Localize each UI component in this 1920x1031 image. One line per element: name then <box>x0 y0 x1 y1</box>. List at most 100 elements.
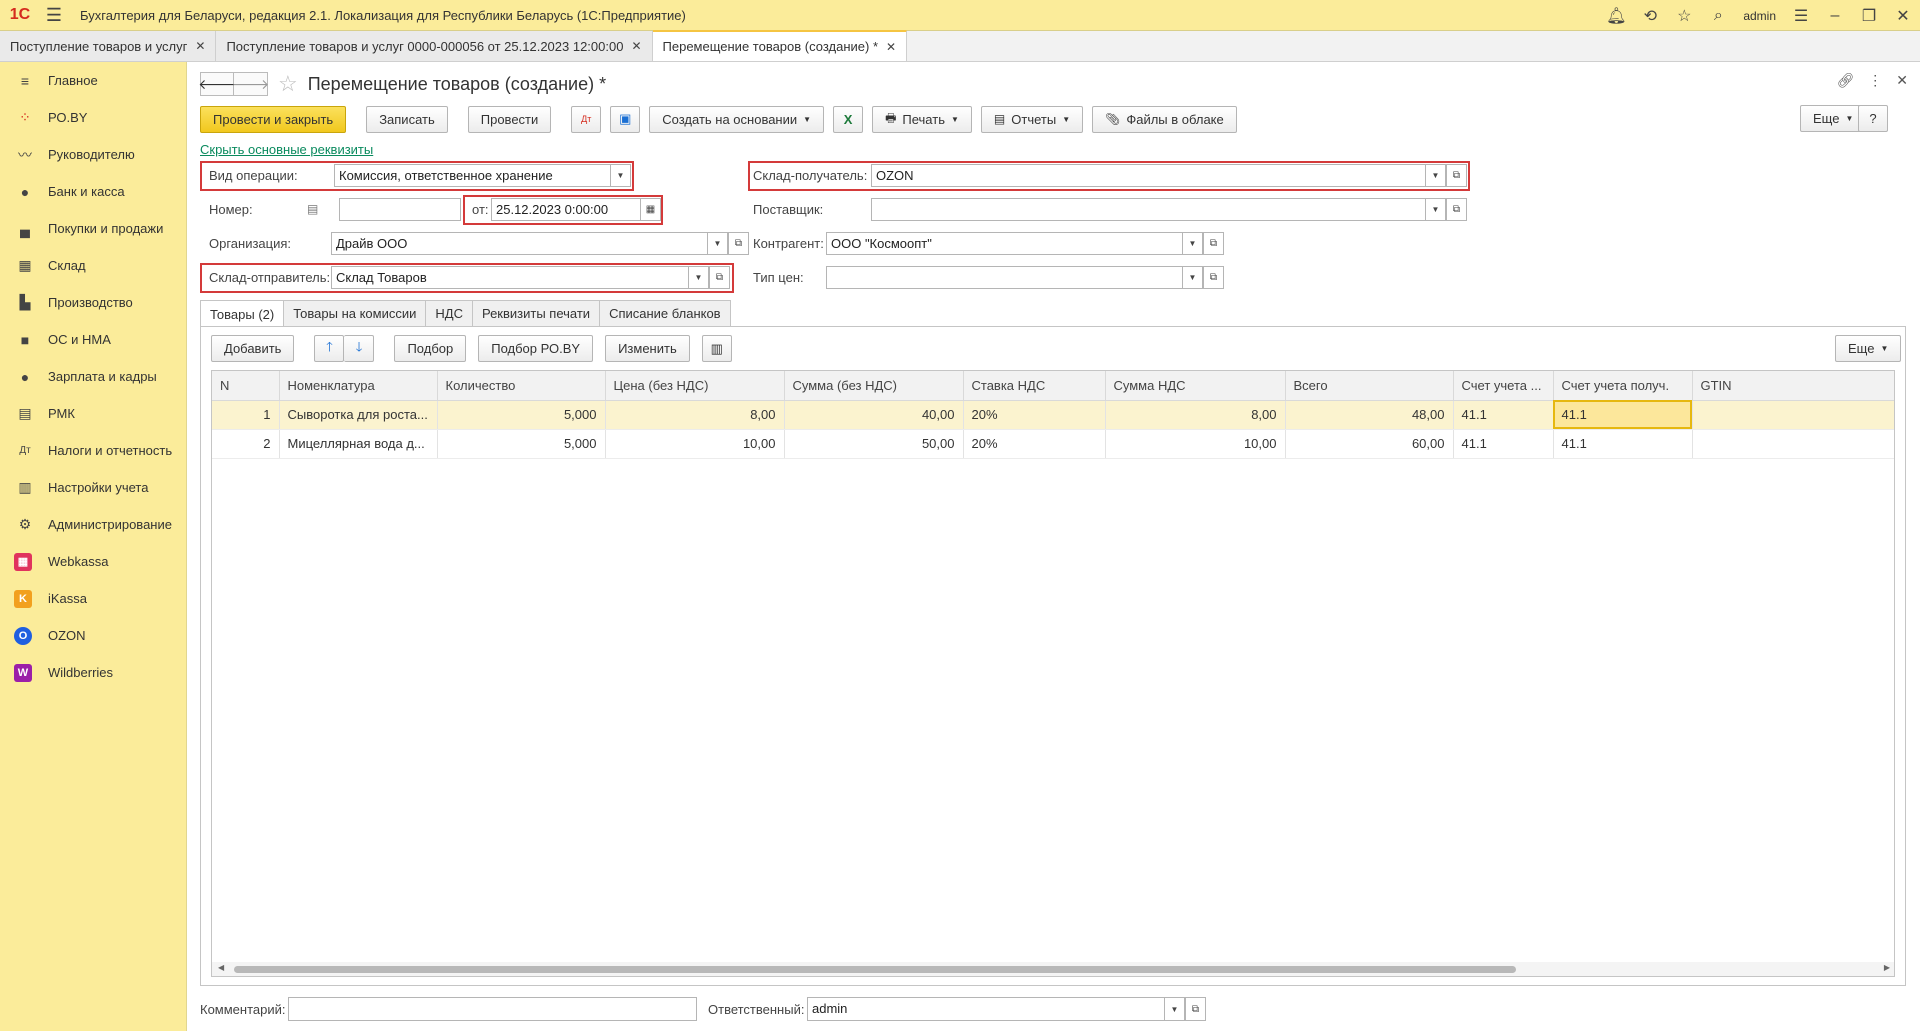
print-button[interactable]: 🖶 Печать ▼ <box>872 105 972 133</box>
close-tab-icon[interactable]: ✕ <box>886 40 896 54</box>
sidebar-item-pos[interactable]: ▤ РМК <box>0 395 186 432</box>
column-header[interactable]: Цена (без НДС) <box>605 371 785 401</box>
open-icon[interactable]: ⧉ <box>1203 232 1224 255</box>
pick-button[interactable]: Подбор <box>394 335 467 362</box>
link-icon[interactable]: 🔗︎ <box>1836 72 1854 89</box>
sidebar-item-ikassa[interactable]: KiKassa <box>0 580 186 617</box>
tab-forms-writeoff[interactable]: Списание бланков <box>599 300 731 326</box>
sidebar-item-salary[interactable]: ● Зарплата и кадры <box>0 358 186 395</box>
cell-vat-amount[interactable]: 10,00 <box>1105 429 1286 459</box>
scrollbar-thumb[interactable] <box>234 966 1516 973</box>
table-row[interactable]: 1 Сыворотка для роста... 5,000 8,00 40,0… <box>212 400 1894 430</box>
operation-type-field[interactable]: Комиссия, ответственное хранение <box>334 164 611 187</box>
column-header[interactable]: Ставка НДС <box>963 371 1106 401</box>
receiver-warehouse-field[interactable]: OZON <box>871 164 1426 187</box>
post-and-close-button[interactable]: Провести и закрыть <box>200 105 347 133</box>
cell-receiver-account[interactable]: 41.1 <box>1553 400 1693 430</box>
more-button[interactable]: Еще ▼ <box>1800 105 1867 132</box>
cell-item[interactable]: Мицеллярная вода д... <box>279 429 438 459</box>
table-more-button[interactable]: Еще ▼ <box>1835 335 1902 362</box>
help-button[interactable]: ? <box>1858 105 1888 132</box>
chevron-down-icon[interactable]: ▼ <box>1164 997 1185 1021</box>
structure-icon[interactable]: ▣ <box>610 105 641 133</box>
open-icon[interactable]: ⧉ <box>1446 198 1467 221</box>
pick-roby-button[interactable]: Подбор РО.BY <box>478 335 594 362</box>
sidebar-item-production[interactable]: ▙ Производство <box>0 284 186 321</box>
sidebar-item-warehouse[interactable]: ▦ Склад <box>0 247 186 284</box>
chevron-down-icon[interactable]: ▼ <box>1425 164 1446 187</box>
restore-icon[interactable]: ❐ <box>1852 0 1886 31</box>
cell-n[interactable]: 1 <box>212 400 280 430</box>
close-icon[interactable]: ✕ <box>1886 0 1920 31</box>
tab-goods-on-commission[interactable]: Товары на комиссии <box>283 300 427 326</box>
column-header[interactable]: Сумма НДС <box>1105 371 1286 401</box>
cell-total[interactable]: 48,00 <box>1285 400 1454 430</box>
create-based-on-button[interactable]: Создать на основании ▼ <box>649 105 825 133</box>
supplier-field[interactable] <box>871 198 1426 221</box>
more-vertical-icon[interactable]: ⋮ <box>1868 72 1882 89</box>
reports-button[interactable]: ▤ Отчеты ▼ <box>980 105 1084 133</box>
favorites-star-icon[interactable]: ☆ <box>1667 0 1701 31</box>
cell-vat-rate[interactable]: 20% <box>963 429 1106 459</box>
cell-receiver-account[interactable]: 41.1 <box>1553 429 1693 459</box>
column-header[interactable]: Номенклатура <box>279 371 438 401</box>
numbering-icon[interactable]: ▤ <box>307 202 318 216</box>
sidebar-item-main[interactable]: ≡ Главное <box>0 62 186 99</box>
close-tab-icon[interactable]: ✕ <box>631 39 641 53</box>
column-header[interactable]: Счет учета ... <box>1453 371 1554 401</box>
debit-credit-icon[interactable]: Дт <box>571 105 602 133</box>
counterparty-field[interactable]: ООО "Космоопт" <box>826 232 1183 255</box>
forward-arrow-icon[interactable]: 🡒 <box>232 72 269 96</box>
move-up-icon[interactable]: 🡑 <box>314 335 345 362</box>
chevron-down-icon[interactable]: ▼ <box>1182 266 1203 289</box>
number-field[interactable] <box>339 198 461 221</box>
sidebar-item-wildberries[interactable]: W Wildberries <box>0 654 186 691</box>
table-row[interactable]: 2 Мицеллярная вода д... 5,000 10,00 50,0… <box>212 429 1894 459</box>
chevron-down-icon[interactable]: ▼ <box>707 232 728 255</box>
date-field[interactable]: 25.12.2023 0:00:00 <box>491 198 641 221</box>
horizontal-scrollbar[interactable]: ◀ ▶ <box>212 962 1894 976</box>
search-icon[interactable]: ⌕ <box>1701 0 1735 31</box>
sidebar-item-webkassa[interactable]: ▦ Webkassa <box>0 543 186 580</box>
cloud-files-button[interactable]: 📎︎ Файлы в облаке <box>1092 105 1237 133</box>
post-button[interactable]: Провести <box>467 105 552 133</box>
open-icon[interactable]: ⧉ <box>1203 266 1224 289</box>
column-header[interactable]: Количество <box>437 371 606 401</box>
cell-gtin[interactable] <box>1692 429 1894 459</box>
cell-quantity[interactable]: 5,000 <box>437 429 606 459</box>
comment-field[interactable] <box>288 997 697 1021</box>
sidebar-item-accounting-settings[interactable]: ▥ Настройки учета <box>0 469 186 506</box>
sidebar-item-roby[interactable]: ⁘ РО.BY <box>0 99 186 136</box>
cell-total[interactable]: 60,00 <box>1285 429 1454 459</box>
column-header[interactable]: N <box>212 371 280 401</box>
responsible-field[interactable]: admin <box>807 997 1165 1021</box>
tab-receipts-list[interactable]: Поступление товаров и услуг ✕ <box>0 31 217 61</box>
hide-main-details-link[interactable]: Скрыть основные реквизиты <box>200 142 373 157</box>
open-icon[interactable]: ⧉ <box>1185 997 1206 1021</box>
chevron-down-icon[interactable]: ▼ <box>1425 198 1446 221</box>
cell-price[interactable]: 8,00 <box>605 400 785 430</box>
cell-account[interactable]: 41.1 <box>1453 429 1554 459</box>
minimize-icon[interactable]: – <box>1818 0 1852 31</box>
tab-vat[interactable]: НДС <box>425 300 473 326</box>
excel-icon[interactable]: X <box>833 105 864 133</box>
sidebar-item-administration[interactable]: ⚙ Администрирование <box>0 506 186 543</box>
chevron-down-icon[interactable]: ▼ <box>688 266 709 289</box>
column-header[interactable]: GTIN <box>1692 371 1894 401</box>
close-tab-icon[interactable]: ✕ <box>195 39 205 53</box>
chevron-down-icon[interactable]: ▼ <box>1182 232 1203 255</box>
barcode-icon[interactable]: ▥ <box>701 335 732 362</box>
sidebar-item-bank[interactable]: ● Банк и касса <box>0 173 186 210</box>
history-icon[interactable]: ⟲ <box>1633 0 1667 31</box>
sidebar-item-purchases-sales[interactable]: ▄ Покупки и продажи <box>0 210 186 247</box>
user-name[interactable]: admin <box>1735 9 1784 23</box>
tab-print-details[interactable]: Реквизиты печати <box>471 300 601 326</box>
cell-price[interactable]: 10,00 <box>605 429 785 459</box>
bell-icon[interactable]: 🔔︎ <box>1599 0 1633 31</box>
sidebar-item-director[interactable]: 〰 Руководителю <box>0 136 186 173</box>
tab-goods[interactable]: Товары (2) <box>200 300 285 327</box>
close-form-icon[interactable]: ✕ <box>1896 72 1908 89</box>
save-button[interactable]: Записать <box>366 105 448 133</box>
organization-field[interactable]: Драйв ООО <box>331 232 708 255</box>
add-row-button[interactable]: Добавить <box>211 335 295 362</box>
